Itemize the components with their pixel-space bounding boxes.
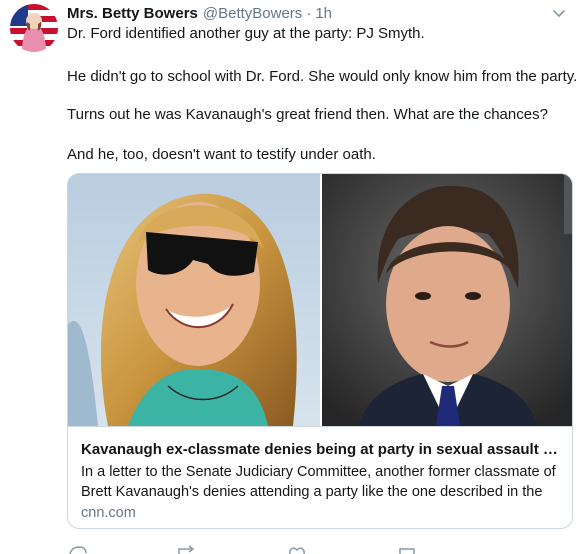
tweet-text-line: And he, too, doesn't want to testify und…: [67, 146, 376, 163]
reply-icon[interactable]: [67, 544, 177, 554]
tweet-text-line: Turns out he was Kavanaugh's great frien…: [67, 106, 548, 123]
card-image: [68, 174, 572, 426]
tweet-text-line: He didn't go to school with Dr. Ford. Sh…: [67, 68, 578, 85]
card-title[interactable]: Kavanaugh ex-classmate denies being at p…: [81, 440, 561, 460]
user-handle[interactable]: @BettyBowers: [203, 5, 302, 22]
tweet[interactable]: Mrs. Betty Bowers @BettyBowers · 1h Dr. …: [0, 0, 584, 554]
chevron-down-icon[interactable]: [550, 7, 568, 21]
card-body: Kavanaugh ex-classmate denies being at p…: [68, 426, 572, 528]
card-description: In a letter to the Senate Judiciary Comm…: [81, 462, 561, 502]
link-preview-card[interactable]: Kavanaugh ex-classmate denies being at p…: [67, 173, 573, 529]
tweet-actions: [67, 544, 507, 554]
heart-icon[interactable]: [287, 544, 397, 554]
card-description-line: Brett Kavanaugh's denies attending a par…: [81, 484, 543, 500]
tweet-header: Mrs. Betty Bowers @BettyBowers · 1h: [67, 5, 332, 25]
separator: ·: [306, 5, 312, 22]
tweet-text-line: Dr. Ford identified another guy at the p…: [67, 25, 425, 42]
display-name[interactable]: Mrs. Betty Bowers: [67, 5, 198, 22]
share-icon[interactable]: [397, 544, 507, 554]
avatar[interactable]: [10, 4, 58, 52]
timestamp[interactable]: 1h: [315, 5, 332, 22]
card-domain[interactable]: cnn.com: [81, 503, 136, 523]
card-description-line: In a letter to the Senate Judiciary Comm…: [81, 464, 556, 480]
retweet-icon[interactable]: [177, 544, 287, 554]
